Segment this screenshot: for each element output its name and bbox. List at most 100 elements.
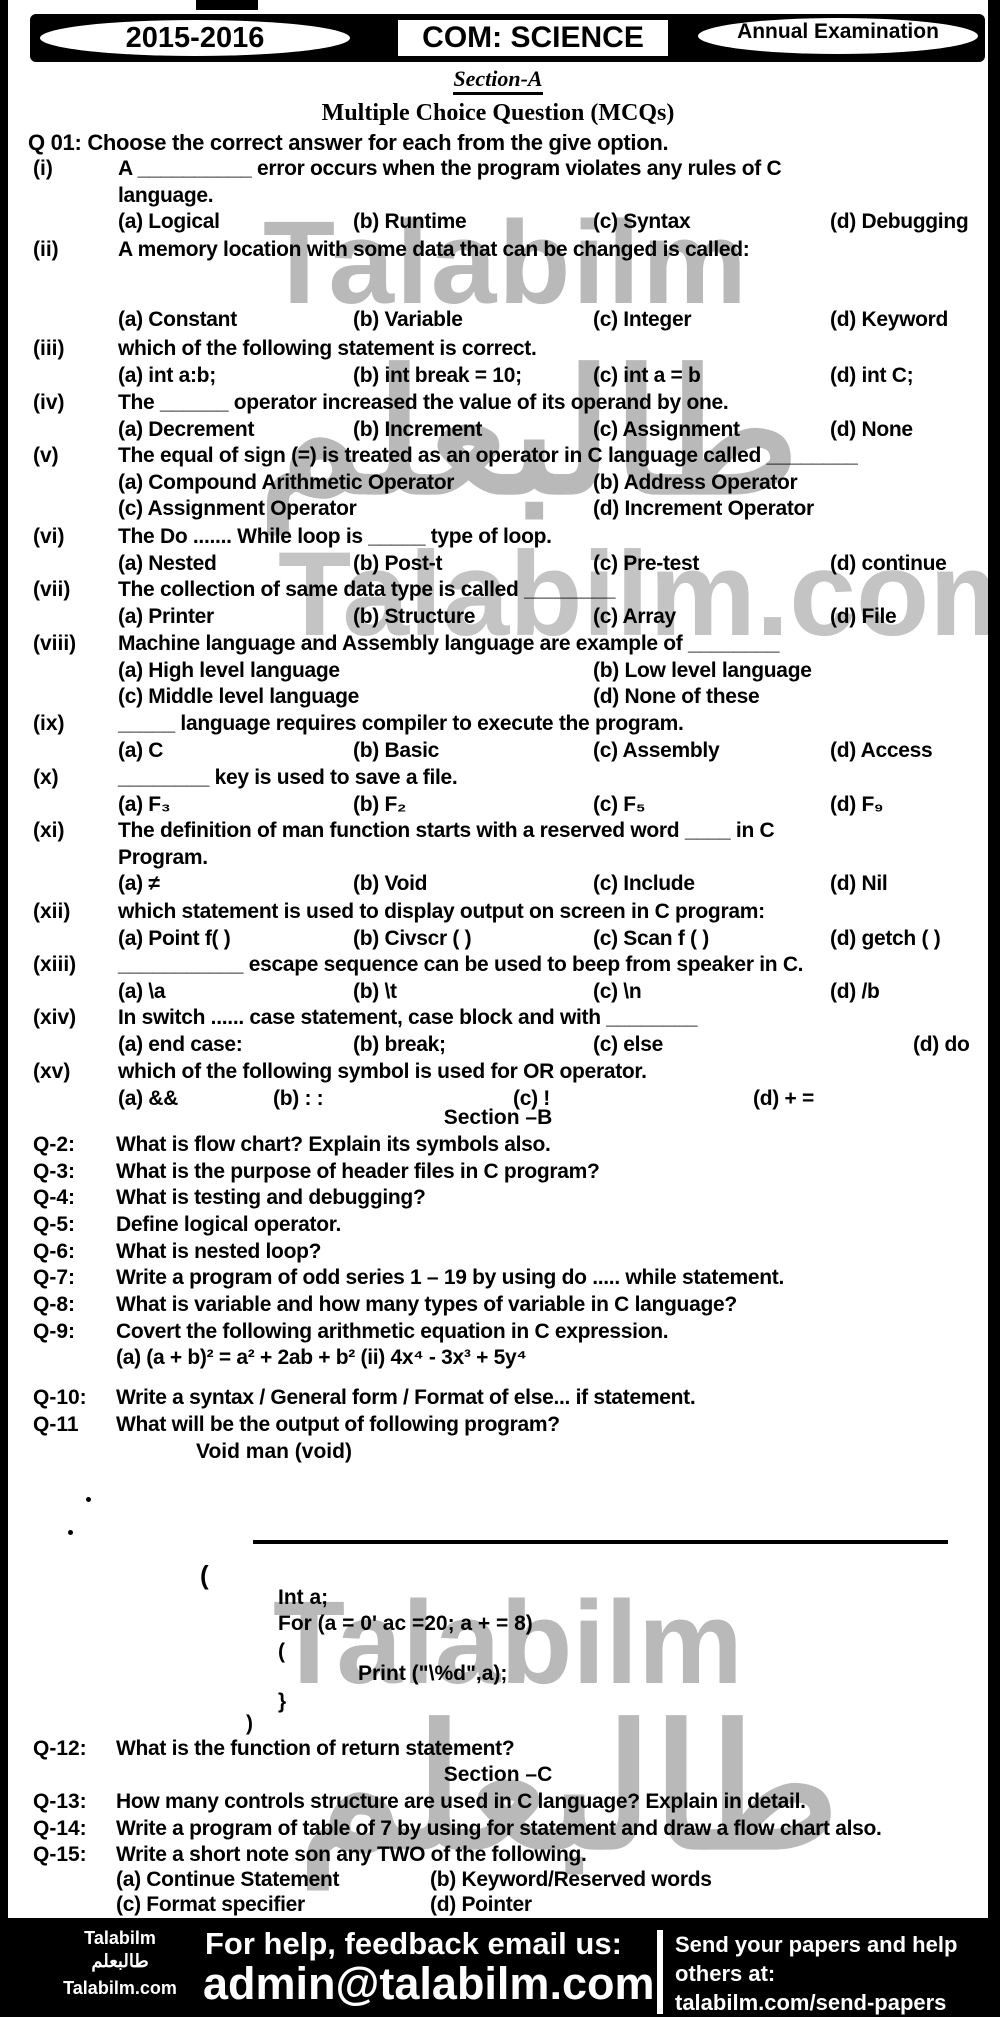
horizontal-rule <box>253 1540 948 1544</box>
footer-divider <box>657 1930 663 2014</box>
mcq-option: (d) Nil <box>830 872 888 895</box>
mcq-option: (a) Constant <box>118 308 237 331</box>
mcq-option: (d) do <box>913 1033 970 1056</box>
short-question-text: What is testing and debugging? <box>116 1186 426 1209</box>
mcq-question-text: Machine language and Assembly language a… <box>118 632 780 655</box>
mcq-option: (d) None <box>830 418 913 441</box>
section-b-heading: Section –B <box>443 1106 553 1129</box>
mcq-option: (a) Nested <box>118 552 217 575</box>
program-open-paren: ( <box>200 1560 209 1590</box>
short-question-text: What is nested loop? <box>116 1240 322 1263</box>
footer-banner: Talabilm طالبعلم Talabilm.com For help, … <box>0 1918 1000 2017</box>
mcq-option: (c) Include <box>593 872 695 895</box>
mcq-number: (iv) <box>33 391 65 414</box>
mcq-option: (c) Assembly <box>593 739 720 762</box>
mcq-number: (vii) <box>33 578 71 601</box>
mcq-option: (d) Access <box>830 739 933 762</box>
mcq-option: (b) int break = 10; <box>353 364 522 387</box>
program-signature: Void man (void) <box>196 1440 352 1463</box>
exam-type: Annual Examination <box>698 18 978 54</box>
mcq-option: (b) Variable <box>353 308 463 331</box>
long-question-text: Write a short note son any TWO of the fo… <box>116 1843 587 1866</box>
mcq-option: (c) Array <box>593 605 676 628</box>
scan-speck <box>68 1530 73 1535</box>
mcq-number: (ii) <box>33 238 59 261</box>
footer-send-text-1: Send your papers and help <box>675 1932 958 1957</box>
short-question-number: Q-9: <box>33 1320 75 1343</box>
short-question-text: Write a syntax / General form / Format o… <box>116 1386 696 1409</box>
short-question-text: What is variable and how many types of v… <box>116 1293 737 1316</box>
mcq-option: (a) Printer <box>118 605 214 628</box>
program-line: ( <box>278 1640 285 1663</box>
mcq-question-text: ___________ escape sequence can be used … <box>118 953 804 976</box>
mcq-option: (d) File <box>830 605 897 628</box>
mcq-option: (c) \n <box>593 980 642 1003</box>
exam-header-band: 2015-2016 COM: SCIENCE Annual Examinatio… <box>30 14 985 62</box>
mcq-option: (a) int a:b; <box>118 364 216 387</box>
q15-option: (c) Format specifier <box>116 1893 305 1916</box>
short-question-number: Q-5: <box>33 1213 75 1236</box>
mcq-option: (a) Compound Arithmetic Operator <box>118 471 455 494</box>
mcq-option: (a) F₃ <box>118 793 171 816</box>
footer-send-text-2: others at: <box>675 1961 776 1986</box>
mcq-number: (v) <box>33 444 59 467</box>
short-question-text: What is the purpose of header files in C… <box>116 1160 600 1183</box>
short-question-number: Q-4: <box>33 1186 75 1209</box>
mcq-option: (c) Syntax <box>593 210 691 233</box>
footer-brand: Talabilm طالبعلم Talabilm.com <box>55 1928 185 1999</box>
short-question-text: What is flow chart? Explain its symbols … <box>116 1133 551 1156</box>
mcq-option: (d) int C; <box>830 364 914 387</box>
mcq-option: (d) F₉ <box>830 793 884 816</box>
mcq-question-text: A __________ error occurs when the progr… <box>118 157 782 180</box>
mcq-option: (c) else <box>593 1033 663 1056</box>
short-question-number: Q-8: <box>33 1293 75 1316</box>
q9-expressions: (a) (a + b)² = a² + 2ab + b² (ii) 4x⁴ - … <box>116 1346 527 1369</box>
mcq-option: (c) Integer <box>593 308 692 331</box>
mcq-question-text: A memory location with some data that ca… <box>118 238 750 261</box>
short-question-number: Q-11 <box>33 1413 79 1436</box>
short-question-number: Q-10: <box>33 1386 87 1409</box>
program-line: For (a = 0' ac =20; a + = 8) <box>278 1612 533 1635</box>
mcq-question-text: which statement is used to display outpu… <box>118 900 765 923</box>
short-question-number: Q-7: <box>33 1266 75 1289</box>
footer-send-link[interactable]: talabilm.com/send-papers <box>675 1988 957 2017</box>
long-question-text: Write a program of table of 7 by using f… <box>116 1817 882 1840</box>
short-question-number: Q-6: <box>33 1240 75 1263</box>
short-question-number: Q-2: <box>33 1133 75 1156</box>
mcq-number: (ix) <box>33 712 65 735</box>
mcq-number: (i) <box>33 157 53 180</box>
footer-brand-domain[interactable]: Talabilm.com <box>55 1978 185 1999</box>
short-question-number: Q-12: <box>33 1737 87 1760</box>
mcq-number: (xv) <box>33 1060 71 1083</box>
mcq-question-text-cont: language. <box>118 184 214 207</box>
program-line: Print ("\%d",a); <box>358 1662 508 1685</box>
mcq-question-text: The definition of man function starts wi… <box>118 819 775 842</box>
mcq-option: (b) break; <box>353 1033 446 1056</box>
mcq-option: (a) High level language <box>118 659 340 682</box>
footer-brand-name: Talabilm <box>84 1928 156 1948</box>
mcq-number: (xii) <box>33 900 71 923</box>
mcq-title: Multiple Choice Question (MCQs) <box>321 100 675 126</box>
q01-instruction: Q 01: Choose the correct answer for each… <box>28 130 669 155</box>
mcq-number: (viii) <box>33 632 77 655</box>
mcq-option: (c) Pre-test <box>593 552 700 575</box>
mcq-option: (b) Low level language <box>593 659 812 682</box>
mcq-option: (d) continue <box>830 552 947 575</box>
short-question-text: What is the function of return statement… <box>116 1737 515 1760</box>
long-question-number: Q-15: <box>33 1843 87 1866</box>
exam-paper: Talabilm طالبعلم Talabilm.com Talabilm ط… <box>8 0 988 1918</box>
mcq-question-text: In switch ...... case statement, case bl… <box>118 1006 698 1029</box>
long-question-number: Q-13: <box>33 1790 87 1813</box>
mcq-option: (d) None of these <box>593 685 760 708</box>
mcq-option: (b) Basic <box>353 739 439 762</box>
mcq-number: (vi) <box>33 525 65 548</box>
long-question-text: How many controls structure are used in … <box>116 1790 806 1813</box>
mcq-option: (c) Assignment <box>593 418 740 441</box>
footer-email-link[interactable]: admin@talabilm.com <box>203 1958 654 2010</box>
short-question-text: Define logical operator. <box>116 1213 342 1236</box>
mcq-option: (b) Increment <box>353 418 483 441</box>
program-line: Int a; <box>278 1586 329 1609</box>
q15-option: (b) Keyword/Reserved words <box>430 1868 712 1891</box>
mcq-option: (a) ≠ <box>118 872 160 895</box>
mcq-question-text: _____ language requires compiler to exec… <box>118 712 684 735</box>
